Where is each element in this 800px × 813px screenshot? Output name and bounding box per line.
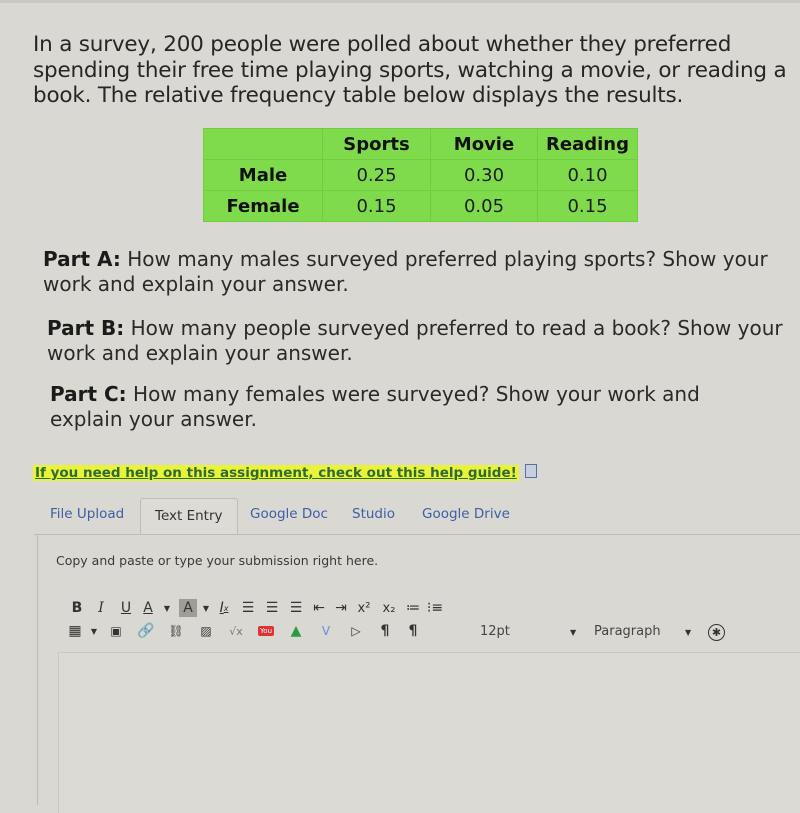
text-color-dropdown-icon[interactable]: ▼ [161,599,173,617]
cell-female-sports: 0.15 [322,190,431,222]
cell-male-movie: 0.30 [430,159,538,191]
screen-top-edge [0,0,800,3]
vimeo-icon[interactable]: V [311,622,341,640]
question-part-b: Part B: How many people surveyed preferr… [47,316,792,366]
cell-male-reading: 0.10 [537,159,638,191]
part-b-text: How many people surveyed preferred to re… [47,316,783,365]
help-guide-link[interactable]: If you need help on this assignment, che… [33,465,519,481]
tab-google-drive[interactable]: Google Drive [422,506,510,522]
bullet-list-icon[interactable]: ≔ [402,599,424,617]
cell-male-sports: 0.25 [322,159,431,191]
bold-button[interactable]: B [66,599,88,617]
table-dropdown-icon[interactable]: ▼ [87,622,101,640]
background-color-button[interactable]: A [179,599,197,617]
document-icon[interactable] [524,464,537,478]
column-header-reading: Reading [537,128,638,160]
column-header-movie: Movie [430,128,538,160]
link-icon[interactable]: 🔗 [131,622,161,640]
tab-text-entry[interactable]: Text Entry [140,498,238,534]
font-size-dropdown-icon[interactable]: ▼ [570,628,576,637]
clear-formatting-icon[interactable]: Ix [212,599,236,617]
assignment-intro: In a survey, 200 people were polled abou… [33,32,787,108]
image-icon[interactable]: ▨ [191,622,221,640]
block-format-select[interactable]: Paragraph [594,624,661,639]
text-entry-editor[interactable] [58,652,800,813]
background-color-dropdown-icon[interactable]: ▼ [200,599,212,617]
editor-toolbar-row-1: B I U A ▼ A ▼ Ix ☰ ☰ ☰ ⇤ ⇥ x² x₂ ≔ ⁝≡ [66,599,446,617]
tab-google-doc[interactable]: Google Doc [250,506,328,522]
question-part-c: Part C: How many females were surveyed? … [50,382,770,432]
relative-frequency-table: Sports Movie Reading Male 0.25 0.30 0.10… [203,128,638,222]
part-b-label: Part B: [47,316,125,340]
align-right-icon[interactable]: ☰ [284,599,308,617]
editor-toolbar-row-2: ▦ ▼ ▣ 🔗 ⛓ ▨ √x You ▲ V ▷ ¶ ¶ [66,622,427,640]
unlink-icon[interactable]: ⛓ [161,622,191,640]
cell-female-reading: 0.15 [537,190,638,222]
rtl-icon[interactable]: ¶ [399,622,427,640]
align-left-icon[interactable]: ☰ [236,599,260,617]
media-icon[interactable]: ▣ [101,622,131,640]
help-guide: If you need help on this assignment, che… [33,464,537,481]
table-header-row: Sports Movie Reading [203,128,638,160]
question-part-a: Part A: How many males surveyed preferre… [43,247,783,297]
part-a-text: How many males surveyed preferred playin… [43,247,768,296]
text-color-button[interactable]: A [138,599,158,617]
table-corner-cell [203,128,323,160]
table-icon[interactable]: ▦ [66,622,84,640]
cell-female-movie: 0.05 [430,190,538,222]
tab-file-upload[interactable]: File Upload [50,506,124,522]
part-c-label: Part C: [50,382,127,406]
align-center-icon[interactable]: ☰ [260,599,284,617]
outdent-icon[interactable]: ⇤ [308,599,330,617]
embed-icon[interactable]: ▷ [341,622,371,640]
submission-tabs: File Upload Text Entry Google Doc Studio… [34,498,800,535]
accessibility-icon[interactable]: ✱ [708,624,725,641]
submission-instructions: Copy and paste or type your submission r… [56,553,379,568]
google-drive-icon[interactable]: ▲ [281,622,311,640]
part-a-label: Part A: [43,247,121,271]
superscript-icon[interactable]: x² [352,599,376,617]
font-size-select[interactable]: 12pt [480,624,510,639]
row-header-male: Male [203,159,323,191]
youtube-icon[interactable]: You [251,622,281,640]
ltr-icon[interactable]: ¶ [371,622,399,640]
equation-icon[interactable]: √x [221,622,251,640]
block-format-dropdown-icon[interactable]: ▼ [685,628,691,637]
row-header-female: Female [203,190,323,222]
numbered-list-icon[interactable]: ⁝≡ [424,599,446,617]
italic-button[interactable]: I [88,599,114,617]
table-row: Female 0.15 0.05 0.15 [203,190,638,222]
underline-button[interactable]: U [114,599,138,617]
subscript-icon[interactable]: x₂ [376,599,402,617]
part-c-text: How many females were surveyed? Show you… [50,382,700,431]
column-header-sports: Sports [322,128,431,160]
table-row: Male 0.25 0.30 0.10 [203,159,638,191]
indent-icon[interactable]: ⇥ [330,599,352,617]
tab-studio[interactable]: Studio [352,506,395,522]
